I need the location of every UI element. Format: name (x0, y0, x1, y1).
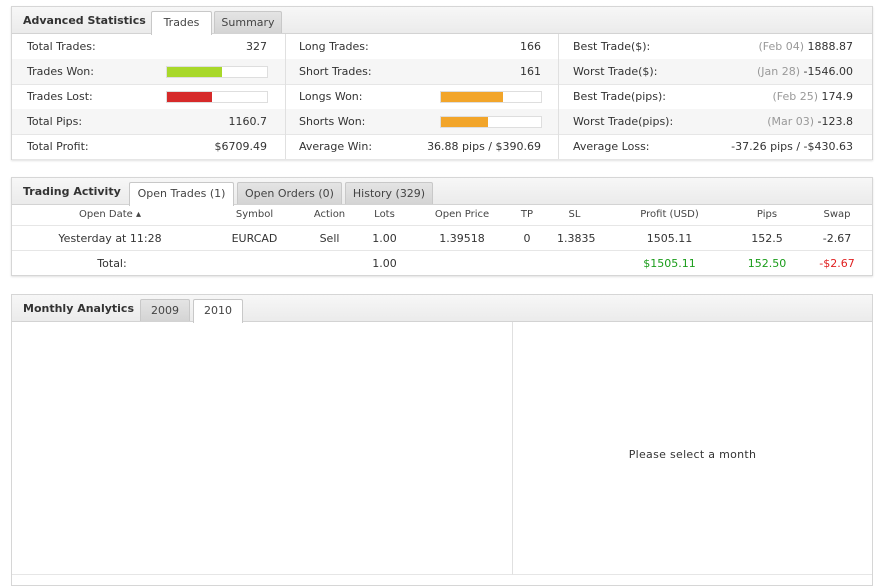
tab-summary[interactable]: Summary (214, 11, 282, 33)
column-header-tp[interactable]: TP (512, 209, 542, 220)
stat-label: Total Profit: (27, 140, 89, 153)
cell-tp: 0 (523, 232, 531, 245)
stat-label: Average Loss: (573, 140, 650, 153)
column-header-action[interactable]: Action (302, 209, 357, 220)
stat-label: Longs Won: (299, 90, 363, 103)
stat-label: Total Trades: (27, 40, 96, 53)
stat-value-group: (Jan 28) -1546.00 (672, 59, 853, 84)
select-month-placeholder: Please select a month (628, 448, 757, 461)
stat-value: -123.8 (817, 115, 853, 128)
trades-won-bar-fill (167, 67, 222, 77)
stat-value-group: (Feb 04) 1888.87 (672, 34, 853, 59)
tab-2009[interactable]: 2009 (140, 299, 190, 321)
cell-sl: 1.3835 (557, 232, 596, 245)
tab-2010[interactable]: 2010 (193, 299, 243, 323)
stat-value-group: (Mar 03) -123.8 (672, 109, 853, 134)
column-divider (558, 34, 559, 159)
stat-value: 36.88 pips / $390.69 (427, 140, 541, 153)
stat-value: -1546.00 (803, 65, 853, 78)
tab-open-trades[interactable]: Open Trades (1) (129, 182, 234, 206)
trading-activity-header: Trading Activity Open Trades (1) Open Or… (12, 178, 872, 206)
stat-value: $6709.49 (214, 140, 268, 153)
stat-date: (Jan 28) (756, 65, 801, 78)
stat-label: Total Pips: (27, 115, 83, 128)
stat-date: (Mar 03) (767, 115, 815, 128)
panel-title: Monthly Analytics (23, 302, 134, 315)
trading-activity-panel: Trading Activity Open Trades (1) Open Or… (11, 177, 873, 276)
cell-pips: 152.5 (751, 232, 783, 245)
stat-label: Trades Lost: (27, 90, 93, 103)
stat-value: 161 (520, 65, 541, 78)
stats-row: Total Profit: $6709.49 Average Win: 36.8… (12, 134, 872, 160)
tab-open-orders[interactable]: Open Orders (0) (237, 182, 342, 204)
shorts-won-bar-fill (441, 117, 488, 127)
cell-profit: 1505.11 (646, 232, 693, 245)
stats-row: Trades Won: Short Trades: 161 Worst Trad… (12, 59, 872, 85)
monthly-chart-area[interactable] (12, 322, 513, 575)
stat-label: Worst Trade(pips): (573, 115, 674, 128)
tab-trades[interactable]: Trades (151, 11, 212, 35)
cell-lots: 1.00 (372, 232, 397, 245)
column-divider (285, 34, 286, 159)
panel-title: Advanced Statistics (23, 14, 146, 27)
trades-lost-bar (166, 91, 268, 103)
stat-date: (Feb 04) (758, 40, 804, 53)
column-header-profit[interactable]: Profit (USD) (627, 209, 712, 220)
advanced-statistics-panel: Advanced Statistics Trades Summary Total… (11, 6, 873, 160)
table-total-row: Total: 1.00 $1505.11 152.50 -$2.67 (12, 251, 872, 275)
stat-value: 1160.7 (228, 115, 268, 128)
stats-row: Trades Lost: Longs Won: Best Trade(pips)… (12, 84, 872, 110)
month-details-area: Please select a month (513, 322, 872, 575)
stats-grid: Total Trades: 327 Long Trades: 166 Best … (12, 34, 872, 160)
column-header-swap[interactable]: Swap (812, 209, 862, 220)
cell-open-date: Yesterday at 11:28 (58, 232, 162, 245)
stat-value: 327 (246, 40, 267, 53)
total-swap: -$2.67 (819, 257, 855, 270)
trades-won-bar (166, 66, 268, 78)
monthly-analytics-panel: Monthly Analytics 2009 2010 Please selec… (11, 294, 873, 586)
stat-label: Trades Won: (27, 65, 94, 78)
stat-value: 174.9 (821, 90, 854, 103)
stat-value-group: (Feb 25) 174.9 (672, 84, 853, 109)
column-header-symbol[interactable]: Symbol (227, 209, 282, 220)
longs-won-bar (440, 91, 542, 103)
stat-label: Average Win: (299, 140, 373, 153)
stat-value: 166 (520, 40, 541, 53)
cell-symbol: EURCAD (231, 232, 278, 245)
total-pips: 152.50 (747, 257, 787, 270)
column-header-lots[interactable]: Lots (362, 209, 407, 220)
stats-row: Total Trades: 327 Long Trades: 166 Best … (12, 34, 872, 60)
column-header-open-date[interactable]: Open Date ▴ (50, 209, 170, 220)
column-header-pips[interactable]: Pips (742, 209, 792, 220)
total-profit: $1505.11 (643, 257, 696, 270)
stat-label: Best Trade($): (573, 40, 651, 53)
trades-lost-bar-fill (167, 92, 212, 102)
tab-history[interactable]: History (329) (345, 182, 433, 204)
panel-title: Trading Activity (23, 185, 121, 198)
total-lots: 1.00 (372, 257, 397, 270)
stat-value: -37.26 pips / -$430.63 (731, 140, 853, 153)
column-header-sl[interactable]: SL (557, 209, 592, 220)
cell-open-price: 1.39518 (439, 232, 485, 245)
stat-value: 1888.87 (807, 40, 854, 53)
monthly-analytics-header: Monthly Analytics 2009 2010 (12, 295, 872, 323)
table-header-row: Open Date ▴ Symbol Action Lots Open Pric… (12, 205, 872, 226)
shorts-won-bar (440, 116, 542, 128)
cell-swap: -2.67 (822, 232, 852, 245)
advanced-statistics-header: Advanced Statistics Trades Summary (12, 7, 872, 35)
table-row[interactable]: Yesterday at 11:28 EURCAD Sell 1.00 1.39… (12, 226, 872, 251)
column-header-open-price[interactable]: Open Price (422, 209, 502, 220)
stat-label: Worst Trade($): (573, 65, 658, 78)
longs-won-bar-fill (441, 92, 503, 102)
stat-label: Shorts Won: (299, 115, 366, 128)
stats-row: Total Pips: 1160.7 Shorts Won: Worst Tra… (12, 109, 872, 135)
total-label: Total: (97, 257, 127, 270)
stat-label: Short Trades: (299, 65, 372, 78)
stat-label: Best Trade(pips): (573, 90, 667, 103)
stat-label: Long Trades: (299, 40, 369, 53)
stat-date: (Feb 25) (772, 90, 818, 103)
cell-action: Sell (319, 232, 340, 245)
